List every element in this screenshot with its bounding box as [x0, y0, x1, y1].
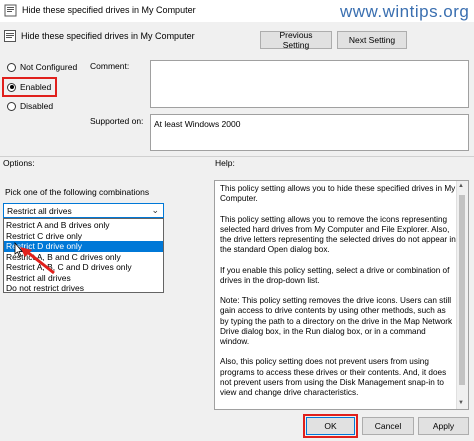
radio-disabled[interactable]: Disabled	[7, 101, 53, 111]
dropdown-option[interactable]: Restrict C drive only	[4, 231, 163, 242]
window-title: Hide these specified drives in My Comput…	[22, 5, 196, 15]
help-text-box[interactable]: This policy setting allows you to hide t…	[214, 180, 469, 410]
help-text: This policy setting allows you to hide t…	[220, 184, 456, 398]
ok-button[interactable]: OK	[306, 417, 355, 435]
drive-combination-dropdown[interactable]: Restrict all drives ⌄	[3, 203, 164, 218]
help-label: Help:	[215, 158, 235, 168]
comment-textarea[interactable]	[150, 60, 469, 108]
radio-circle[interactable]	[7, 82, 16, 92]
dropdown-option[interactable]: Restrict A and B drives only	[4, 220, 163, 231]
next-setting-button[interactable]: Next Setting	[337, 31, 407, 49]
radio-not-configured[interactable]: Not Configured	[7, 62, 77, 72]
chevron-down-icon[interactable]: ⌄	[151, 205, 159, 216]
radio-enabled[interactable]: Enabled	[7, 82, 51, 92]
radio-label: Enabled	[20, 82, 52, 92]
policy-setting-icon	[4, 4, 17, 17]
options-label: Options:	[3, 158, 35, 168]
scroll-thumb[interactable]	[459, 195, 465, 385]
radio-circle[interactable]	[7, 101, 16, 111]
scroll-down-icon[interactable]: ▼	[458, 400, 464, 406]
supported-on-label: Supported on:	[90, 116, 144, 126]
divider	[0, 156, 474, 157]
options-prompt: Pick one of the following combinations	[5, 187, 150, 197]
setting-title: Hide these specified drives in My Comput…	[21, 31, 195, 41]
scroll-up-icon[interactable]: ▲	[458, 183, 464, 189]
apply-button[interactable]: Apply	[418, 417, 469, 435]
mouse-cursor-icon	[14, 242, 23, 257]
previous-setting-button[interactable]: Previous Setting	[260, 30, 332, 50]
policy-setting-icon	[4, 30, 16, 42]
radio-label: Not Configured	[20, 62, 78, 72]
supported-on-box: At least Windows 2000	[150, 114, 469, 151]
watermark: www.wintips.org	[340, 2, 470, 21]
cancel-button[interactable]: Cancel	[362, 417, 414, 435]
radio-circle[interactable]	[7, 62, 16, 72]
help-scrollbar[interactable]: ▲ ▼	[456, 181, 468, 409]
dropdown-selected-value: Restrict all drives	[7, 206, 72, 216]
comment-label: Comment:	[90, 61, 130, 71]
dropdown-option[interactable]: Do not restrict drives	[4, 283, 163, 294]
radio-label: Disabled	[20, 101, 54, 111]
supported-on-value: At least Windows 2000	[154, 119, 241, 129]
